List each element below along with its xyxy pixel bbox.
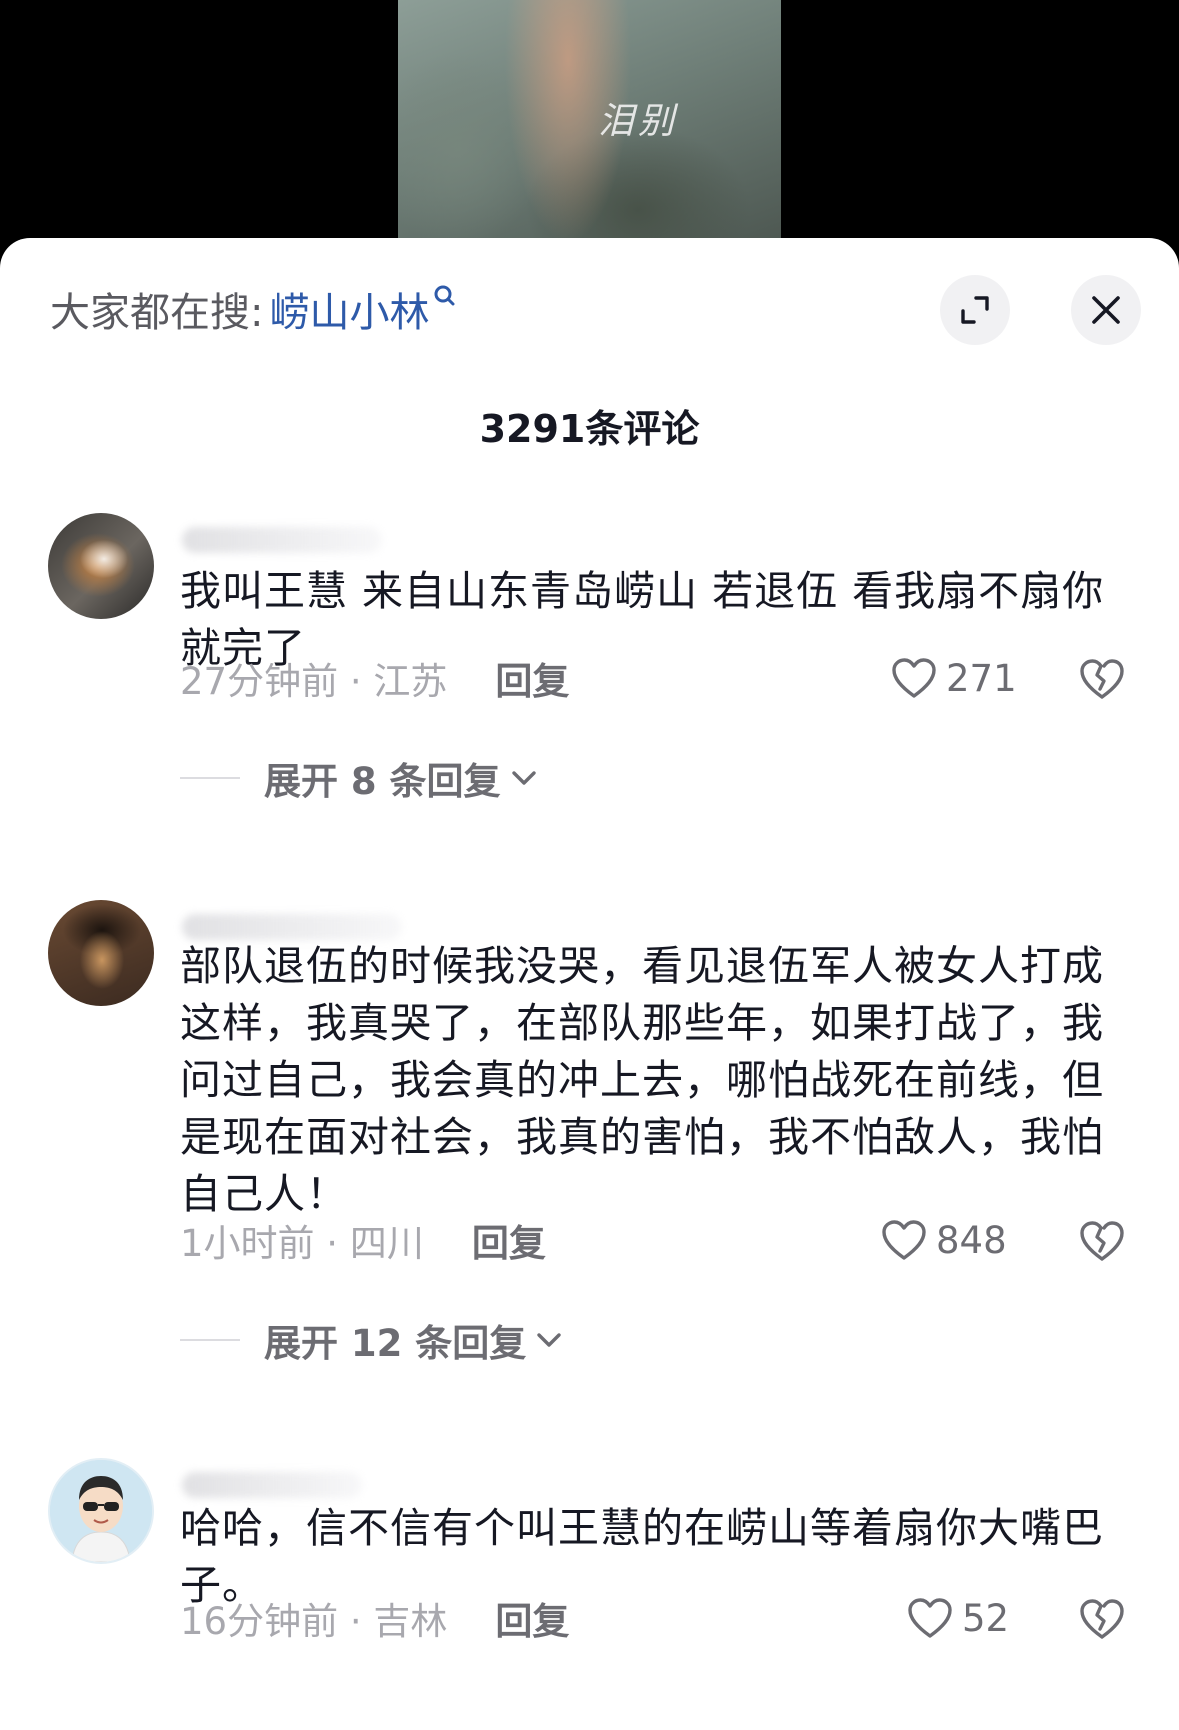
- reply-button[interactable]: 回复: [472, 1213, 546, 1267]
- username-blurred[interactable]: [182, 527, 382, 553]
- comment-meta: 16分钟前 · 吉林 回复: [180, 1593, 569, 1643]
- cartoon-face-icon: [50, 1460, 152, 1562]
- video-frame[interactable]: 泪别: [398, 0, 781, 250]
- comment-time-location: 27分钟前 · 江苏: [180, 660, 448, 703]
- man-avatar[interactable]: [48, 900, 154, 1006]
- heart-icon: [908, 1598, 952, 1638]
- reply-button[interactable]: 回复: [495, 1591, 569, 1645]
- heart-icon: [882, 1220, 926, 1260]
- comment-sheet: 大家都在搜: 崂山小林 3291条评论 我叫王慧 来自山东青岛崂山 若退伍 看我…: [0, 238, 1179, 1730]
- fullscreen-expand-icon: [961, 296, 989, 324]
- comment-count-title: 3291条评论: [479, 407, 700, 451]
- username-blurred[interactable]: [182, 914, 402, 940]
- close-icon: [1092, 296, 1120, 324]
- like-button[interactable]: 52: [906, 1593, 1009, 1643]
- comment-time-location: 1小时前 · 四川: [180, 1222, 424, 1265]
- trending-search: 大家都在搜: 崂山小林: [50, 284, 455, 336]
- chevron-down-icon: [537, 1333, 561, 1347]
- like-count: 52: [962, 1596, 1010, 1640]
- reply-button[interactable]: 回复: [495, 651, 569, 705]
- expand-replies-button[interactable]: 展开 8 条回复: [180, 753, 539, 803]
- comment-meta: 1小时前 · 四川 回复: [180, 1215, 546, 1265]
- video-player[interactable]: 泪别: [0, 0, 1179, 250]
- video-caption: 泪别: [598, 101, 679, 142]
- expand-replies-button[interactable]: 展开 12 条回复: [180, 1315, 564, 1365]
- divider-line: [180, 777, 240, 779]
- heart-icon: [892, 658, 936, 698]
- username-blurred[interactable]: [182, 1472, 362, 1498]
- like-count: 271: [946, 656, 1017, 700]
- expand-replies-label: 展开 12 条回复: [264, 1322, 527, 1365]
- like-button[interactable]: 271: [890, 653, 1017, 703]
- comment-meta: 27分钟前 · 江苏 回复: [180, 653, 569, 703]
- chevron-down-icon: [511, 771, 536, 785]
- cartoon-avatar[interactable]: [48, 1458, 154, 1564]
- like-count: 848: [936, 1218, 1007, 1262]
- like-button[interactable]: 848: [880, 1215, 1007, 1265]
- close-button[interactable]: [1071, 275, 1141, 345]
- comment-text: 部队退伍的时候我没哭，看见退伍军人被女人打成这样，我真哭了，在部队那些年，如果打…: [180, 942, 1104, 1218]
- broken-heart-icon[interactable]: [1078, 1217, 1126, 1265]
- trending-search-link[interactable]: 崂山小林: [269, 280, 429, 338]
- comment-time-location: 16分钟前 · 吉林: [180, 1600, 448, 1643]
- fullscreen-expand-button[interactable]: [940, 275, 1010, 345]
- dog-avatar[interactable]: [48, 513, 154, 619]
- search-icon[interactable]: [433, 284, 455, 314]
- trending-search-prefix: 大家都在搜:: [50, 290, 264, 336]
- broken-heart-icon[interactable]: [1078, 1595, 1126, 1643]
- expand-replies-label: 展开 8 条回复: [264, 760, 501, 803]
- divider-line: [180, 1339, 240, 1341]
- broken-heart-icon[interactable]: [1078, 655, 1126, 703]
